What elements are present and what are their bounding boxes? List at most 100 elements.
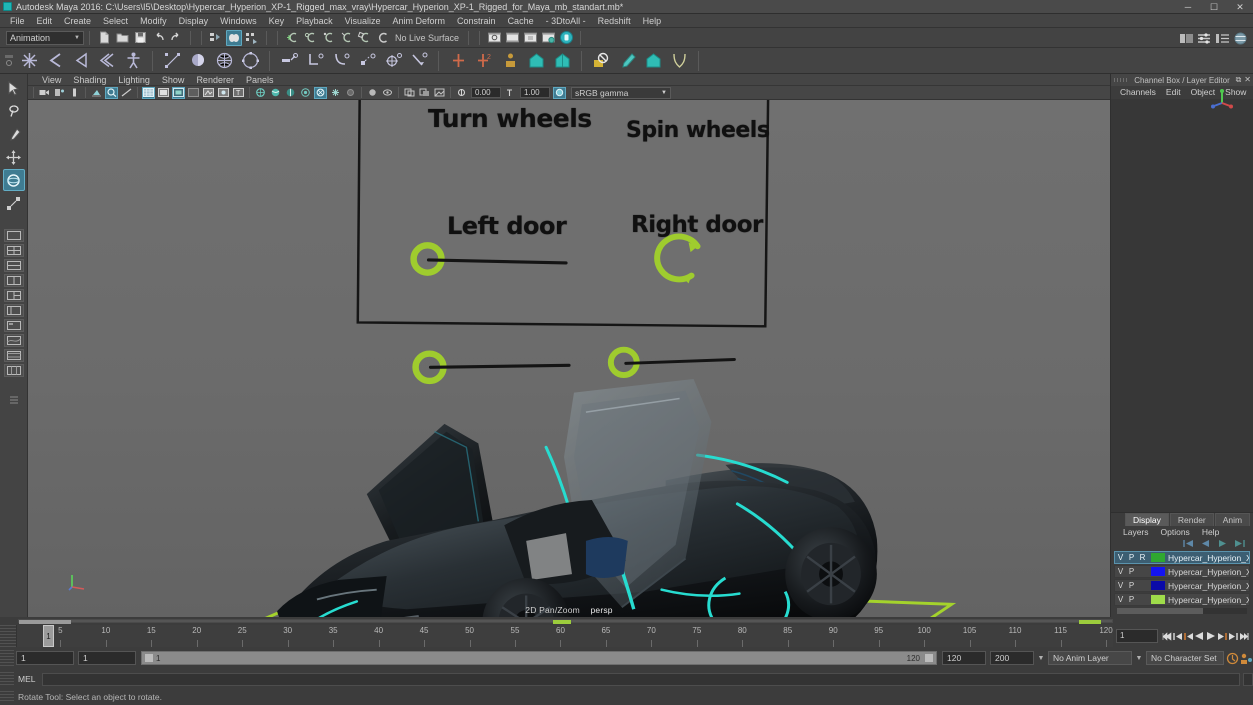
scrollbar-thumb[interactable]: [1117, 608, 1203, 614]
step-forward-key-icon[interactable]: [1227, 628, 1238, 644]
exposure-icon[interactable]: [455, 87, 468, 99]
layer-row[interactable]: V P Hypercar_Hyperion_XP: [1114, 565, 1250, 578]
snap-to-grid-icon[interactable]: [284, 30, 300, 46]
view-cube-gizmo[interactable]: [1209, 87, 1235, 111]
menu-3dtoall[interactable]: - 3DtoAll -: [540, 14, 592, 28]
layer-playback-toggle[interactable]: P: [1126, 567, 1137, 576]
menu-edit[interactable]: Edit: [31, 14, 59, 28]
viewport-menu-show[interactable]: Show: [156, 74, 191, 86]
view-transform-a-icon[interactable]: [403, 87, 416, 99]
wireframe-icon[interactable]: [254, 87, 267, 99]
render-sequence-icon[interactable]: [504, 30, 520, 46]
tab-display[interactable]: Display: [1125, 513, 1169, 526]
layer-visibility-toggle[interactable]: V: [1115, 567, 1126, 576]
layer-visibility-toggle[interactable]: V: [1115, 553, 1126, 562]
scrollbar-thumb[interactable]: [19, 620, 71, 624]
select-by-object-icon[interactable]: [226, 29, 242, 46]
quick-layout-8[interactable]: [3, 349, 24, 362]
undo-icon[interactable]: [150, 30, 166, 46]
render-view-icon[interactable]: [486, 30, 502, 46]
ik-spline-icon[interactable]: [70, 50, 92, 72]
range-end-field[interactable]: 120: [942, 651, 986, 665]
command-input[interactable]: [42, 672, 1240, 686]
layer-playback-toggle[interactable]: P: [1126, 595, 1137, 604]
ao-icon[interactable]: [344, 87, 357, 99]
layer-row[interactable]: V P Hypercar_Hyperion_XP: [1114, 579, 1250, 592]
view-transform-c-icon[interactable]: [433, 87, 446, 99]
open-scene-icon[interactable]: [114, 30, 130, 46]
pole-vector-constraint-icon[interactable]: [408, 50, 430, 72]
paint-weights-icon[interactable]: [187, 50, 209, 72]
expand-toolbox-icon[interactable]: [4, 393, 24, 406]
channel-box-content[interactable]: [1111, 89, 1253, 512]
scale-constraint-icon[interactable]: [356, 50, 378, 72]
camera-attributes-icon[interactable]: [38, 87, 51, 99]
two-d-pan-zoom-icon[interactable]: [105, 86, 118, 99]
command-line-handle[interactable]: [0, 672, 14, 686]
gamma-field[interactable]: 1.00: [520, 87, 550, 98]
cluster-icon[interactable]: [239, 50, 261, 72]
color-management-icon[interactable]: [553, 86, 566, 99]
shaded-textured-icon[interactable]: [299, 87, 312, 99]
measure-icon[interactable]: [120, 87, 133, 99]
viewport-menu-shading[interactable]: Shading: [67, 74, 112, 86]
select-tool[interactable]: [3, 77, 25, 99]
viewport-menu-view[interactable]: View: [36, 74, 67, 86]
texture-toggle-icon[interactable]: T: [232, 87, 245, 99]
resolution-gate-toggle-icon[interactable]: [172, 86, 185, 99]
layer-menu-options[interactable]: Options: [1155, 526, 1196, 538]
tab-anim[interactable]: Anim: [1214, 513, 1251, 526]
mesh-a-icon[interactable]: [525, 50, 547, 72]
character-set-selector[interactable]: No Character Set: [1146, 651, 1224, 665]
outliner-persp-layout[interactable]: [3, 304, 24, 317]
time-slider[interactable]: 1 5 10 15 20 25 30 35 40 45 50 55 60 65 70 75 80 85 90 95 1…: [0, 625, 1253, 647]
animation-end-field[interactable]: 200: [990, 651, 1034, 665]
point-constraint-icon[interactable]: [304, 50, 326, 72]
character-set-icon[interactable]: [499, 50, 521, 72]
layer-list-scrollbar[interactable]: [1117, 608, 1247, 614]
shelf-options-icon[interactable]: [6, 60, 12, 66]
snap-to-projected-center-icon[interactable]: [338, 30, 354, 46]
tab-render[interactable]: Render: [1169, 513, 1214, 526]
lattice-icon[interactable]: [213, 50, 235, 72]
ik-handle-icon[interactable]: [44, 50, 66, 72]
menu-set-selector[interactable]: Animation ▼: [6, 30, 84, 45]
xray-icon[interactable]: [202, 87, 215, 99]
step-back-key-icon[interactable]: [1172, 628, 1183, 644]
scrollbar-track[interactable]: [18, 619, 1113, 624]
help-line-handle[interactable]: [0, 691, 14, 703]
layer-row[interactable]: V P R Hypercar_Hyperion_XPFBXAS: [1114, 551, 1250, 564]
smooth-shade-icon[interactable]: [269, 87, 282, 99]
range-start-field[interactable]: 1: [78, 651, 136, 665]
time-slider-scrollbar[interactable]: [0, 617, 1253, 625]
play-backwards-icon[interactable]: [1194, 628, 1205, 644]
save-scene-icon[interactable]: [132, 30, 148, 46]
attribute-editor-icon[interactable]: [1196, 30, 1212, 46]
motion-blur-icon[interactable]: [366, 87, 379, 99]
chevron-down-icon[interactable]: ▼: [1134, 655, 1144, 662]
parent-constraint-icon[interactable]: [278, 50, 300, 72]
paint-select-tool[interactable]: [3, 123, 25, 145]
layer-color-swatch[interactable]: [1151, 553, 1165, 562]
disable-icon[interactable]: [590, 50, 612, 72]
command-output-field[interactable]: [1243, 672, 1253, 686]
go-to-end-icon[interactable]: [1238, 628, 1249, 644]
shelf-tab-menu-icon[interactable]: [5, 55, 13, 58]
two-d-pan-zoom-off-icon[interactable]: [90, 87, 103, 99]
two-pane-stacked-layout[interactable]: [3, 259, 24, 272]
move-layer-up-icon[interactable]: [1200, 539, 1211, 550]
range-drag-handle[interactable]: [0, 650, 14, 666]
range-slider[interactable]: 1 120: [141, 651, 937, 665]
move-layer-down-fast-icon[interactable]: [1234, 539, 1245, 550]
bookmark-icon[interactable]: [53, 87, 66, 99]
redo-icon[interactable]: [168, 30, 184, 46]
new-scene-icon[interactable]: [96, 30, 112, 46]
panel-drag-handle[interactable]: [1114, 78, 1128, 82]
menu-playback[interactable]: Playback: [290, 14, 339, 28]
auto-keyframe-icon[interactable]: [1226, 650, 1239, 666]
gamma-icon[interactable]: [504, 87, 517, 99]
skeleton-icon[interactable]: [122, 50, 144, 72]
menu-file[interactable]: File: [4, 14, 31, 28]
step-forward-frame-icon[interactable]: [1216, 628, 1227, 644]
image-plane-icon[interactable]: [68, 87, 81, 99]
